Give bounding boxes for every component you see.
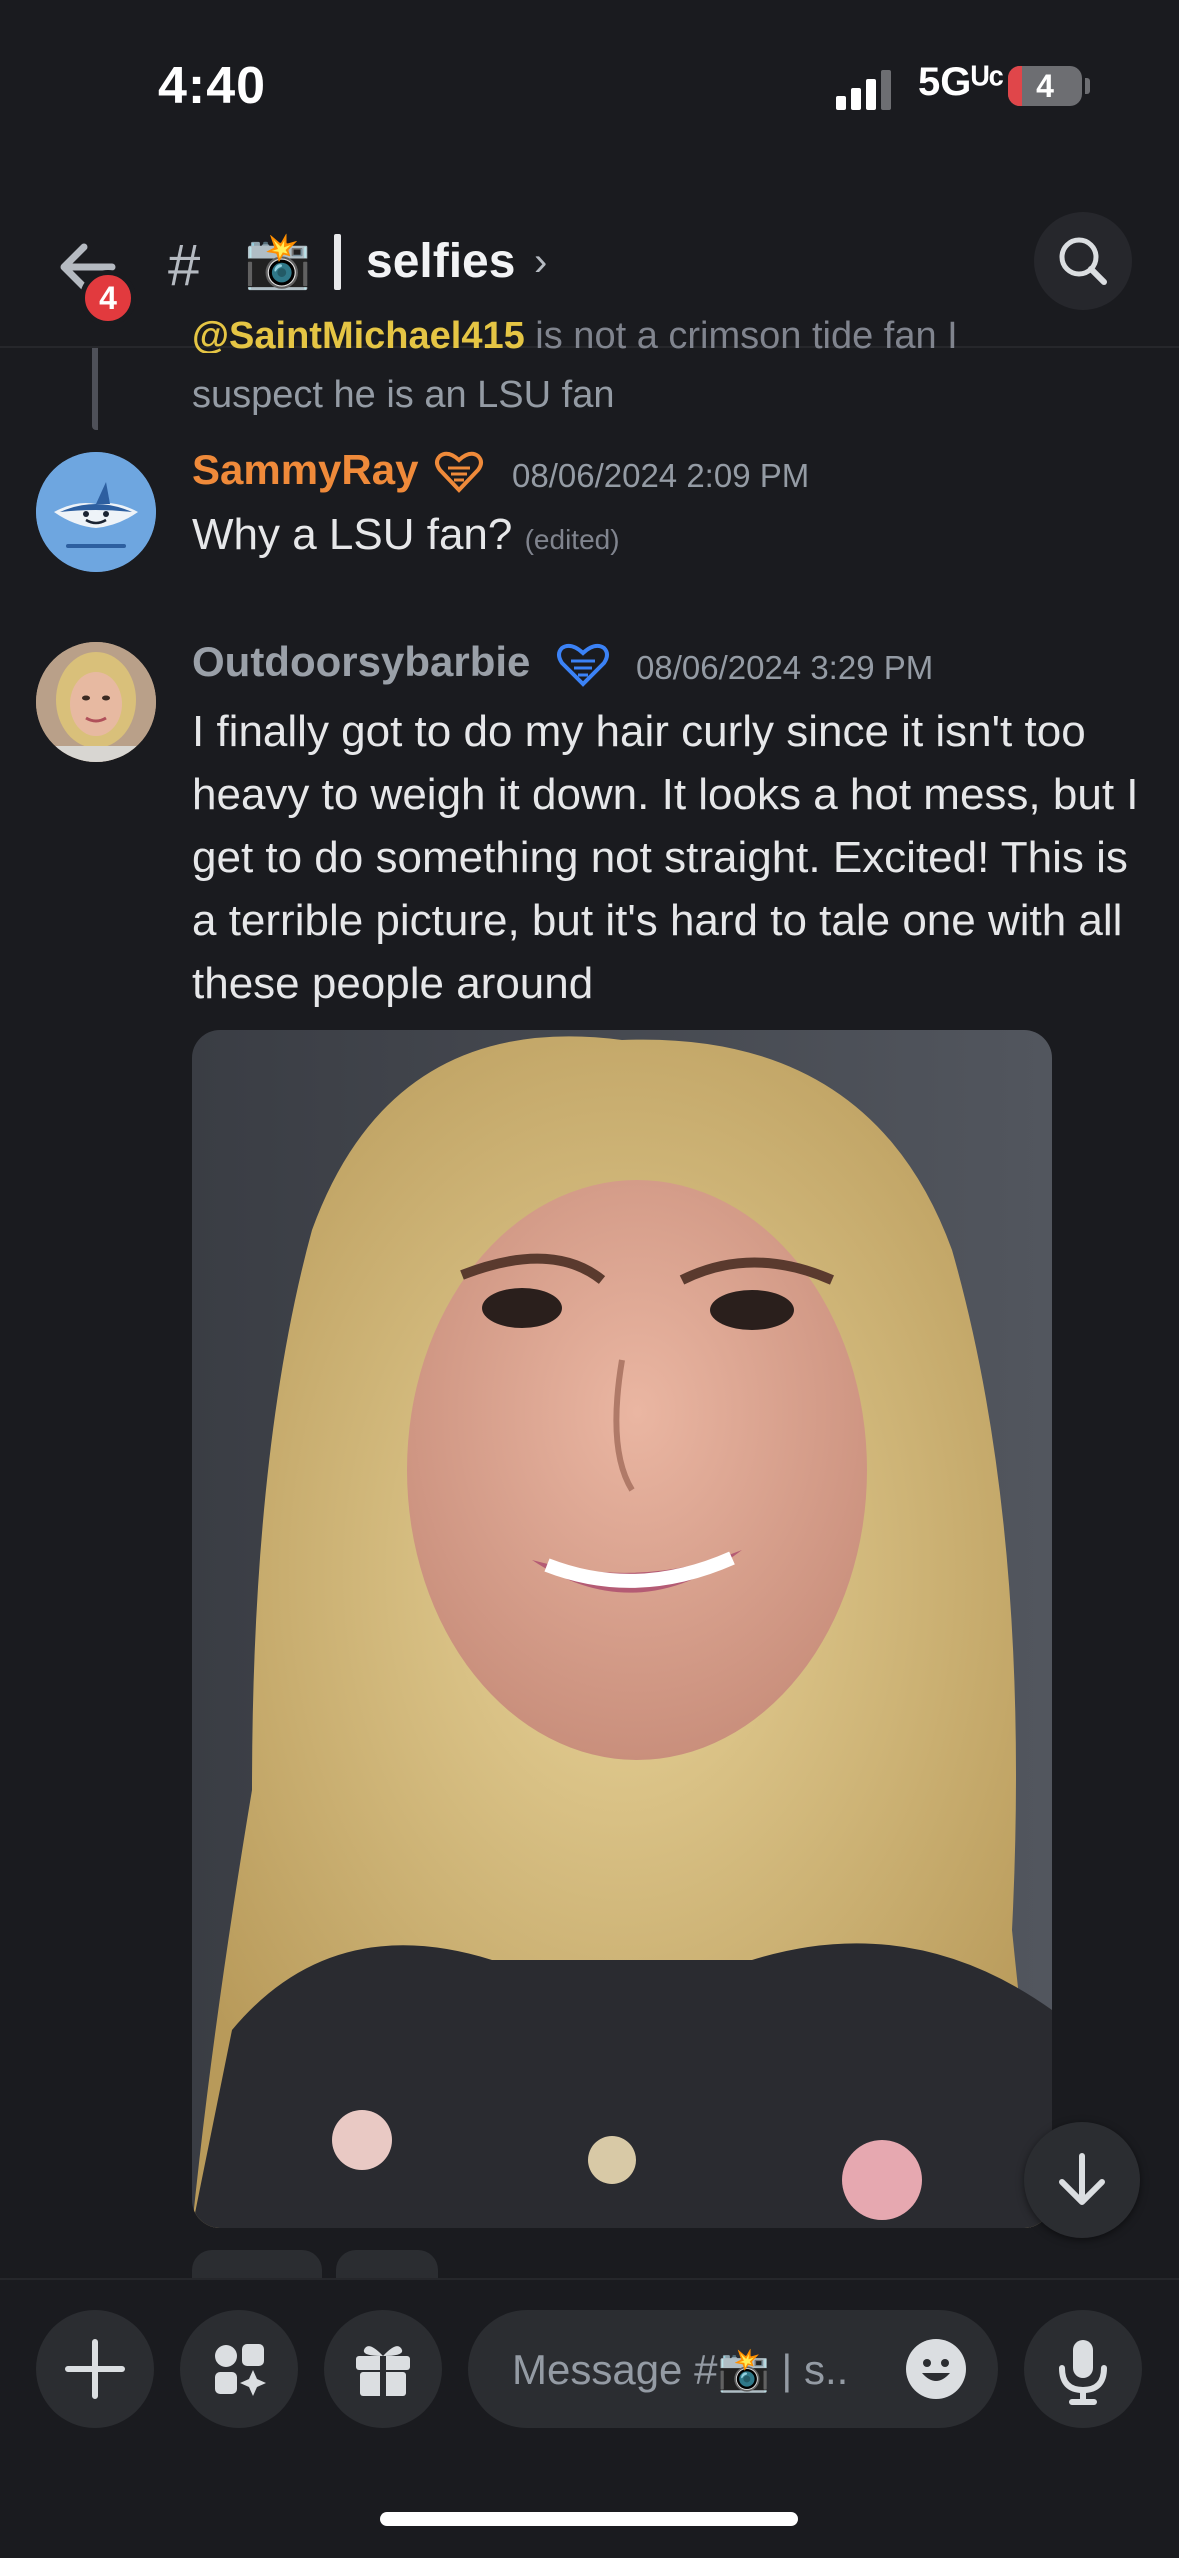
battery-icon: 4 [1008,66,1082,106]
reaction-chip[interactable] [336,2250,438,2280]
apps-button[interactable] [180,2310,298,2428]
gift-button[interactable] [324,2310,442,2428]
selfie-photo [192,1030,1052,2228]
message-body: I finally got to do my hair curly since … [192,707,1139,1008]
message-timestamp: 08/06/2024 3:29 PM [636,649,934,686]
gift-icon [356,2346,410,2398]
avatar[interactable] [36,452,156,572]
reply-preview-text: suspect he is an LSU fan [192,374,615,416]
camera-flash-emoji: 📸 [244,231,312,291]
reaction-chip[interactable] [192,2250,322,2280]
apps-icon [215,2344,266,2396]
message-input[interactable]: Message #📸 | s.. [468,2310,998,2428]
message-username[interactable]: Outdoorsybarbie [192,638,530,686]
channel-name[interactable]: selfies [366,234,515,289]
message-timestamp: 08/06/2024 2:09 PM [512,457,810,494]
battery-tip [1085,78,1090,94]
cellular-signal-icon [836,70,891,110]
image-attachment[interactable] [192,1030,1052,2228]
reply-connector [92,348,98,430]
status-bar: 4:40 5Gᵁᶜ 4 [0,0,1179,170]
channel-separator [334,234,341,290]
arrow-down-icon [1059,2153,1105,2205]
message-body: Why a LSU fan? [192,510,513,559]
plus-icon [65,2339,125,2399]
search-button[interactable] [1034,212,1132,310]
stingray-avatar-icon [36,452,156,572]
attach-button[interactable] [36,2310,154,2428]
network-type: 5Gᵁᶜ [918,60,1004,104]
message-text: Why a LSU fan? (edited) [192,510,620,560]
home-indicator [380,2512,798,2526]
heart-blue-icon [557,643,609,687]
reply-cut-text: is not a crimson tide fan I [524,315,958,353]
jump-to-bottom-button[interactable] [1024,2122,1140,2238]
emoji-icon[interactable] [904,2337,968,2401]
battery-level: 4 [1036,68,1054,104]
heart-orange-icon [435,451,483,493]
reply-mention[interactable]: @SaintMichael415 [192,315,525,353]
edited-label: (edited) [524,524,620,555]
message-input-placeholder: Message #📸 | s.. [512,2346,849,2393]
chevron-right-icon[interactable]: › [534,240,547,285]
profile-photo-avatar [36,642,156,762]
voice-message-button[interactable] [1024,2310,1142,2428]
unread-badge: 4 [80,270,136,326]
avatar[interactable] [36,642,156,762]
message-username[interactable]: SammyRay [192,446,418,494]
search-icon [1059,237,1107,285]
status-time: 4:40 [158,57,267,115]
reply-preview[interactable]: @SaintMichael415 is not a crimson tide f… [192,315,1092,353]
channel-hash-icon: # [168,233,201,298]
microphone-icon [1059,2340,1107,2405]
